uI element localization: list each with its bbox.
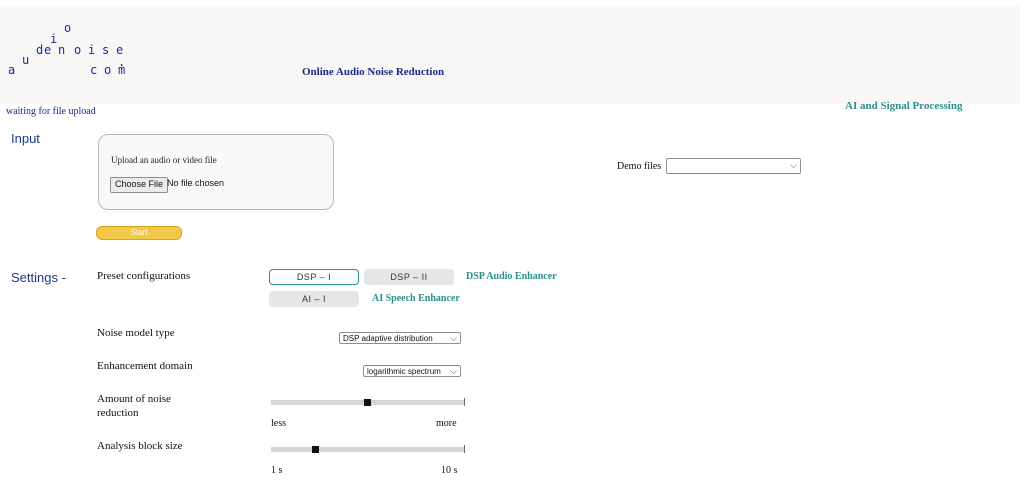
reduction-max-label: more [436, 418, 457, 429]
enhancement-domain-label: Enhancement domain [97, 360, 193, 372]
logo-letter: c [90, 63, 98, 77]
logo-letter: e [44, 43, 52, 57]
slider-thumb[interactable] [364, 399, 371, 406]
header-banner: a u d i o e n o i s e . c o m Online Aud… [0, 6, 1020, 112]
upload-label: Upload an audio or video file [111, 155, 217, 165]
preset-ai-1-button[interactable]: AI – I [269, 291, 359, 307]
site-title: Online Audio Noise Reduction [302, 66, 445, 78]
logo-letter: m [118, 63, 126, 77]
slider-thumb[interactable] [311, 446, 319, 453]
slider-end-tick [464, 445, 465, 453]
logo-letter: u [22, 53, 30, 67]
block-max-label: 10 s [441, 465, 458, 476]
dsp-enhancer-label: DSP Audio Enhancer [466, 271, 557, 282]
reduction-min-label: less [271, 418, 286, 429]
noise-reduction-label: Amount of noise reduction [97, 393, 171, 419]
chevron-down-icon: ⌵ [790, 161, 797, 171]
site-logo[interactable]: a u d i o e n o i s e . c o m [0, 6, 140, 86]
block-size-slider[interactable] [271, 444, 465, 456]
logo-letter: n [58, 43, 66, 57]
logo-letter: i [88, 43, 96, 57]
noise-model-label: Noise model type [97, 327, 175, 339]
logo-letter: s [102, 43, 110, 57]
input-section-label: Input [11, 131, 40, 146]
ai-enhancer-label: AI Speech Enhancer [372, 293, 460, 304]
upload-card: Upload an audio or video file Choose Fil… [98, 134, 334, 210]
start-button[interactable]: Start [96, 226, 182, 240]
file-status: No file chosen [167, 178, 225, 188]
demo-files-select[interactable]: ⌵ [666, 158, 801, 174]
noise-model-select[interactable]: DSP adaptive distribution ⌵ [339, 332, 461, 344]
tagline: AI and Signal Processing [845, 100, 963, 112]
enhancement-domain-select[interactable]: logarithmic spectrum ⌵ [363, 365, 461, 377]
noise-reduction-slider[interactable] [271, 396, 465, 408]
logo-letter: d [36, 43, 44, 57]
enhancement-domain-value: logarithmic spectrum [367, 367, 441, 376]
logo-letter: o [64, 21, 72, 35]
status-text: waiting for file upload [6, 106, 96, 117]
preset-dsp-1-button[interactable]: DSP – I [269, 269, 359, 285]
noise-model-value: DSP adaptive distribution [343, 334, 433, 343]
block-min-label: 1 s [271, 465, 283, 476]
preset-dsp-2-button[interactable]: DSP – II [364, 269, 454, 285]
slider-end-tick [464, 398, 465, 406]
preset-label: Preset configurations [97, 270, 191, 282]
block-size-label: Analysis block size [97, 440, 183, 452]
demo-files-label: Demo files [617, 161, 662, 172]
chevron-down-icon: ⌵ [450, 367, 457, 377]
chevron-down-icon: ⌵ [450, 334, 457, 344]
settings-section-label[interactable]: Settings - [11, 270, 66, 285]
slider-track [271, 447, 464, 452]
logo-letter: o [104, 63, 112, 77]
logo-letter: a [8, 63, 16, 77]
choose-file-button[interactable]: Choose File [110, 177, 169, 193]
logo-letter: o [74, 43, 82, 57]
